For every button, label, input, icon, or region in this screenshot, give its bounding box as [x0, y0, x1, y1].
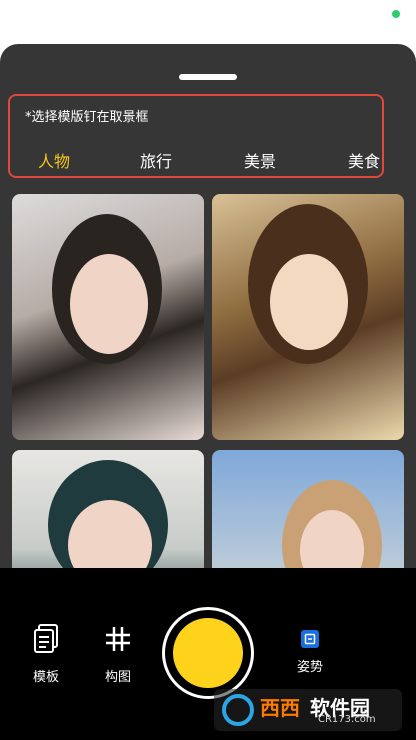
portrait-photo-3[interactable]	[12, 450, 204, 568]
drag-handle[interactable]	[179, 74, 237, 80]
portrait-photo-1[interactable]	[12, 194, 204, 440]
tab-people[interactable]: 人物	[38, 148, 70, 172]
status-bar	[0, 0, 416, 28]
watermark-brand: 西西	[260, 696, 300, 720]
portrait-photo-2[interactable]	[212, 194, 404, 440]
shutter-button[interactable]	[162, 607, 254, 699]
pose-label: 姿势	[296, 660, 323, 675]
watermark-logo-icon	[222, 694, 254, 726]
hint-text: *选择模版钉在取景框	[25, 110, 149, 125]
pose-button[interactable]: 姿势	[290, 630, 330, 675]
composition-label: 构图	[104, 670, 131, 685]
template-button[interactable]: 模板	[26, 624, 66, 685]
tab-travel[interactable]: 旅行	[140, 148, 172, 172]
template-category-box: *选择模版钉在取景框 人物 旅行 美景 美食	[8, 94, 384, 178]
tab-food[interactable]: 美食	[348, 148, 380, 172]
tab-scenery[interactable]: 美景	[244, 148, 276, 172]
watermark-url: CR173.com	[318, 714, 376, 725]
template-label: 模板	[32, 670, 59, 685]
shutter-core	[173, 618, 243, 688]
composition-button[interactable]: 构图	[98, 624, 138, 685]
pose-icon	[301, 630, 319, 648]
template-sheet: *选择模版钉在取景框 人物 旅行 美景 美食	[0, 44, 416, 568]
template-icon	[34, 624, 58, 653]
status-indicator-dot	[392, 10, 400, 18]
camera-toolbar: 模板 构图 姿势 西西 软件园 CR173.com	[0, 568, 416, 740]
category-tabs: 人物 旅行 美景 美食	[10, 148, 386, 172]
portrait-photo-4[interactable]	[212, 450, 404, 568]
grid-icon	[106, 627, 130, 651]
template-grid	[0, 194, 416, 568]
site-watermark: 西西 软件园 CR173.com	[214, 689, 402, 731]
